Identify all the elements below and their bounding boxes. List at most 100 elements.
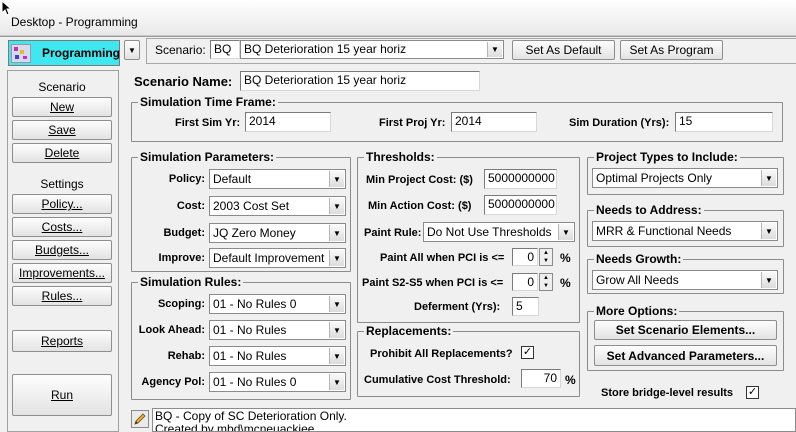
set-as-program-button[interactable]: Set As Program: [620, 40, 723, 60]
budget-select-value: JQ Zero Money: [213, 226, 296, 240]
chevron-down-icon[interactable]: ▼: [329, 198, 344, 214]
needs-growth-legend: Needs Growth:: [594, 252, 684, 266]
rehab-label: Rehab:: [167, 350, 205, 362]
thresholds-legend: Thresholds:: [364, 150, 437, 164]
min-action-cost-field[interactable]: 5000000000: [484, 195, 557, 215]
set-as-default-button[interactable]: Set As Default: [512, 40, 615, 60]
chevron-down-icon[interactable]: ▼: [329, 171, 344, 187]
paint-rule-label: Paint Rule:: [364, 227, 422, 239]
notes-edit-icon[interactable]: [131, 410, 149, 428]
needs-address-select[interactable]: MRR & Functional Needs ▼: [592, 221, 778, 241]
chevron-down-icon[interactable]: ▼: [761, 223, 776, 239]
look-ahead-select[interactable]: 01 - No Rules ▼: [209, 320, 346, 340]
deferment-field[interactable]: 5: [512, 297, 539, 316]
delete-scenario-button[interactable]: Delete: [12, 143, 112, 163]
first-sim-year-field[interactable]: 2014: [245, 112, 331, 132]
policy-select[interactable]: Default ▼: [209, 169, 346, 189]
chevron-down-icon[interactable]: ▼: [329, 322, 344, 338]
paint-s2-s5-field[interactable]: 0: [512, 273, 538, 291]
improve-select-value: Default Improvement: [213, 251, 325, 265]
sim-rules-legend: Simulation Rules:: [138, 275, 244, 289]
costs-button[interactable]: Costs...: [12, 217, 112, 237]
policy-select-value: Default: [213, 172, 252, 186]
look-ahead-label: Look Ahead:: [138, 324, 205, 336]
policy-button[interactable]: Policy...: [12, 194, 112, 214]
cost-select-value: 2003 Cost Set: [213, 199, 290, 213]
chevron-down-icon[interactable]: ▼: [329, 225, 344, 241]
project-types-select[interactable]: Optimal Projects Only ▼: [592, 168, 778, 188]
needs-growth-select-value: Grow All Needs: [596, 273, 679, 287]
notes-area[interactable]: BQ - Copy of SC Deterioration Only. Crea…: [152, 408, 796, 432]
rules-button[interactable]: Rules...: [12, 286, 112, 306]
sim-duration-label: Sim Duration (Yrs):: [569, 117, 670, 129]
cost-select[interactable]: 2003 Cost Set ▼: [209, 196, 346, 216]
save-scenario-button[interactable]: Save: [12, 120, 112, 140]
set-scenario-elements-button[interactable]: Set Scenario Elements...: [594, 320, 777, 340]
cumulative-cost-label: Cumulative Cost Threshold:: [364, 374, 511, 386]
run-button[interactable]: Run: [12, 374, 112, 416]
scenario-code-field[interactable]: BQ: [210, 40, 240, 59]
prohibit-replacements-checkbox[interactable]: ✓: [521, 346, 534, 359]
look-ahead-select-value: 01 - No Rules: [213, 323, 287, 337]
sim-duration-field[interactable]: 15: [675, 112, 773, 132]
reports-button[interactable]: Reports: [12, 330, 112, 352]
budget-label: Budget:: [163, 227, 205, 239]
paint-rule-select-value: Do Not Use Thresholds: [427, 225, 552, 239]
scenario-select[interactable]: BQ Deterioration 15 year horiz ▼: [240, 40, 504, 59]
project-types-legend: Project Types to Include:: [594, 150, 740, 164]
scoping-select[interactable]: 01 - No Rules 0 ▼: [209, 294, 346, 314]
chevron-down-icon[interactable]: ▼: [761, 272, 776, 288]
paint-all-spinner[interactable]: ▲ ▼: [539, 248, 553, 266]
scenario-label: Scenario:: [155, 43, 206, 57]
rehab-select-value: 01 - No Rules: [213, 349, 287, 363]
paint-all-percent: %: [560, 251, 571, 265]
chevron-down-icon[interactable]: ▼: [329, 374, 344, 390]
chevron-down-icon[interactable]: ▼: [329, 348, 344, 364]
scoping-select-value: 01 - No Rules 0: [213, 297, 297, 311]
chevron-down-icon[interactable]: ▼: [329, 250, 344, 266]
cumulative-cost-field[interactable]: 70: [521, 369, 561, 388]
min-project-cost-field[interactable]: 5000000000: [484, 169, 557, 189]
agency-pol-select[interactable]: 01 - No Rules 0 ▼: [209, 372, 346, 392]
prohibit-replacements-label: Prohibit All Replacements?: [370, 348, 513, 360]
improvements-button[interactable]: Improvements...: [12, 263, 112, 283]
paint-rule-select[interactable]: Do Not Use Thresholds ▼: [423, 222, 575, 242]
paint-all-field[interactable]: 0: [512, 248, 538, 266]
agency-pol-label: Agency Pol:: [141, 376, 205, 388]
module-selector[interactable]: Programming: [8, 40, 120, 66]
first-proj-year-field[interactable]: 2014: [451, 112, 537, 132]
scenario-select-value: BQ Deterioration 15 year horiz: [244, 42, 407, 56]
sidebar-scenario-header: Scenario: [38, 80, 86, 94]
scenario-name-field[interactable]: BQ Deterioration 15 year horiz: [240, 71, 480, 91]
min-action-cost-label: Min Action Cost: ($): [368, 200, 472, 212]
module-dropdown-button[interactable]: ▼: [124, 40, 140, 60]
improve-select[interactable]: Default Improvement ▼: [209, 248, 346, 268]
programming-icon: [11, 44, 31, 63]
store-bridge-label: Store bridge-level results: [601, 387, 734, 399]
project-types-select-value: Optimal Projects Only: [596, 171, 713, 185]
set-advanced-parameters-button[interactable]: Set Advanced Parameters...: [594, 345, 777, 366]
window-title: Desktop - Programming: [11, 15, 138, 29]
paint-all-label: Paint All when PCI is <=: [380, 252, 505, 264]
scenario-name-label: Scenario Name:: [134, 74, 233, 89]
store-bridge-checkbox[interactable]: ✓: [746, 386, 759, 399]
first-sim-year-label: First Sim Yr:: [175, 117, 241, 129]
budget-select[interactable]: JQ Zero Money ▼: [209, 223, 346, 243]
time-frame-legend: Simulation Time Frame:: [138, 95, 278, 109]
deferment-label: Deferment (Yrs):: [414, 301, 501, 313]
new-scenario-button[interactable]: New: [12, 97, 112, 117]
chevron-down-icon[interactable]: ▼: [558, 224, 573, 240]
paint-s2-s5-spinner[interactable]: ▲ ▼: [539, 273, 553, 291]
budgets-button[interactable]: Budgets...: [12, 240, 112, 260]
policy-label: Policy:: [168, 173, 205, 185]
chevron-down-icon[interactable]: ▼: [487, 42, 502, 57]
needs-growth-select[interactable]: Grow All Needs ▼: [592, 270, 778, 290]
chevron-down-icon[interactable]: ▼: [761, 170, 776, 186]
needs-address-select-value: MRR & Functional Needs: [596, 224, 732, 238]
more-options-legend: More Options:: [594, 304, 680, 318]
chevron-down-icon[interactable]: ▼: [329, 296, 344, 312]
rehab-select[interactable]: 01 - No Rules ▼: [209, 346, 346, 366]
paint-s2-s5-label: Paint S2-S5 when PCI is <=: [362, 277, 504, 289]
cost-label: Cost:: [176, 200, 205, 212]
agency-pol-select-value: 01 - No Rules 0: [213, 375, 297, 389]
